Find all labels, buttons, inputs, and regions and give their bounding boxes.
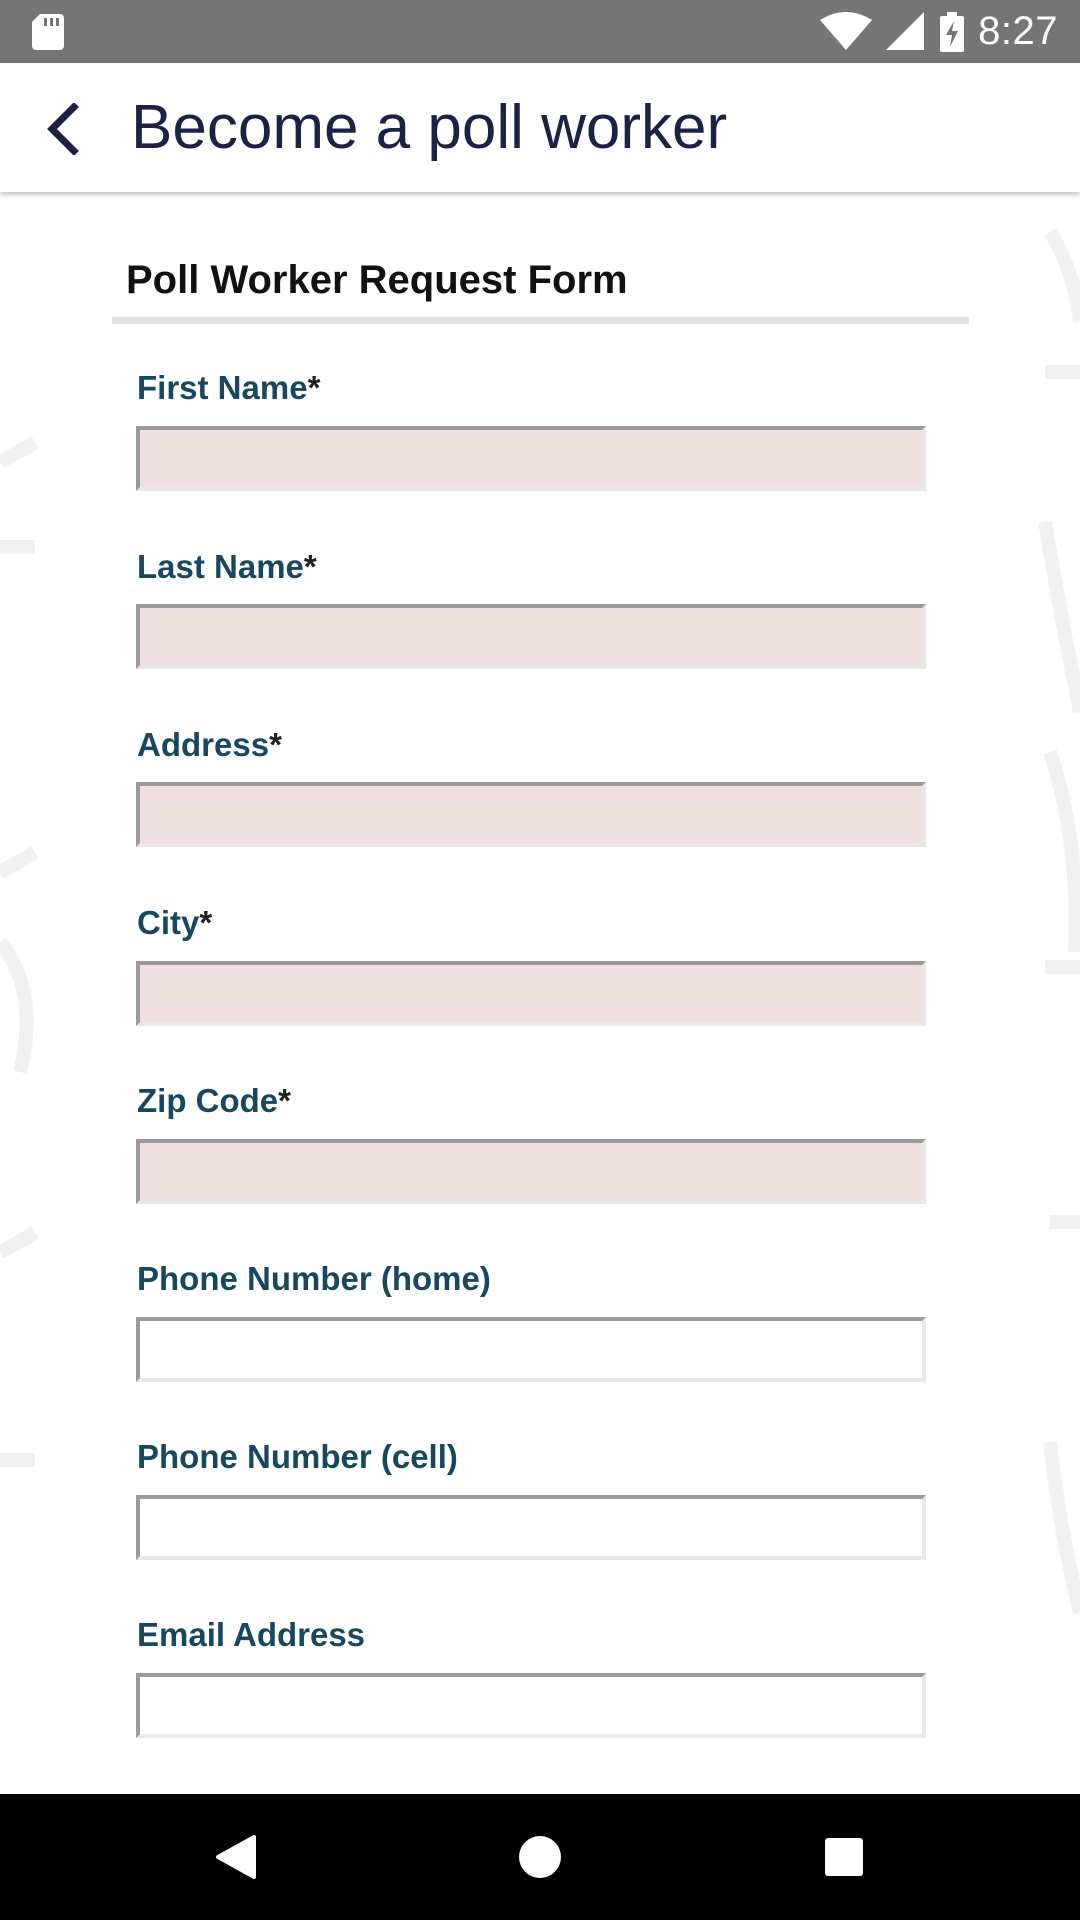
first-name-field[interactable] xyxy=(136,426,926,491)
phone-home-label: Phone Number (home) xyxy=(137,1260,491,1298)
phone-cell-field[interactable] xyxy=(136,1495,926,1560)
nav-recents-button[interactable] xyxy=(804,1817,884,1897)
city-field[interactable] xyxy=(136,961,926,1026)
address-label: Address* xyxy=(137,726,282,764)
email-label-text: Email Address xyxy=(137,1616,366,1653)
screen: 8:27 Become a poll worker Poll Worker Re… xyxy=(0,0,1080,1920)
page-title: Become a poll worker xyxy=(131,93,728,162)
first-name-label-text: First Name xyxy=(137,369,308,406)
form-content[interactable]: Poll Worker Request Form First Name* Las… xyxy=(0,192,1080,1794)
email-label: Email Address xyxy=(137,1616,365,1654)
recents-square-icon xyxy=(825,1838,863,1876)
required-marker: * xyxy=(303,548,317,585)
city-label: City* xyxy=(137,904,212,942)
back-button[interactable] xyxy=(28,93,100,165)
phone-home-label-text: Phone Number (home) xyxy=(137,1260,491,1297)
back-triangle-icon xyxy=(216,1835,256,1879)
phone-home-field[interactable] xyxy=(136,1317,926,1382)
first-name-label: First Name* xyxy=(137,369,320,407)
required-marker: * xyxy=(307,369,321,406)
required-marker: * xyxy=(199,904,213,941)
form-title: Poll Worker Request Form xyxy=(126,258,628,302)
zip-code-field[interactable] xyxy=(136,1139,926,1204)
phone-cell-label-text: Phone Number (cell) xyxy=(137,1438,458,1475)
city-label-text: City xyxy=(137,904,200,941)
zip-code-label-text: Zip Code xyxy=(137,1082,279,1119)
required-marker: * xyxy=(278,1082,291,1119)
address-field[interactable] xyxy=(136,782,926,847)
home-circle-icon xyxy=(519,1836,561,1878)
last-name-label-text: Last Name xyxy=(137,548,304,585)
required-marker: * xyxy=(269,726,282,763)
last-name-field[interactable] xyxy=(136,604,926,669)
last-name-label: Last Name* xyxy=(137,548,317,586)
cell-signal-icon xyxy=(886,11,925,50)
status-icons: 8:27 xyxy=(820,0,1058,63)
nav-back-button[interactable] xyxy=(196,1817,276,1897)
form-title-divider xyxy=(112,317,969,324)
app-bar: Become a poll worker xyxy=(0,63,1080,192)
chevron-left-icon xyxy=(47,103,79,155)
wifi-icon xyxy=(820,11,873,50)
nav-home-button[interactable] xyxy=(500,1817,580,1897)
sd-card-icon xyxy=(32,14,64,50)
email-field[interactable] xyxy=(136,1673,926,1738)
system-nav-bar xyxy=(0,1794,1080,1920)
address-label-text: Address xyxy=(137,726,270,763)
phone-cell-label: Phone Number (cell) xyxy=(137,1438,458,1476)
zip-code-label: Zip Code* xyxy=(137,1082,291,1120)
status-bar: 8:27 xyxy=(0,0,1080,63)
status-time: 8:27 xyxy=(978,9,1058,53)
battery-charging-icon xyxy=(940,11,965,52)
